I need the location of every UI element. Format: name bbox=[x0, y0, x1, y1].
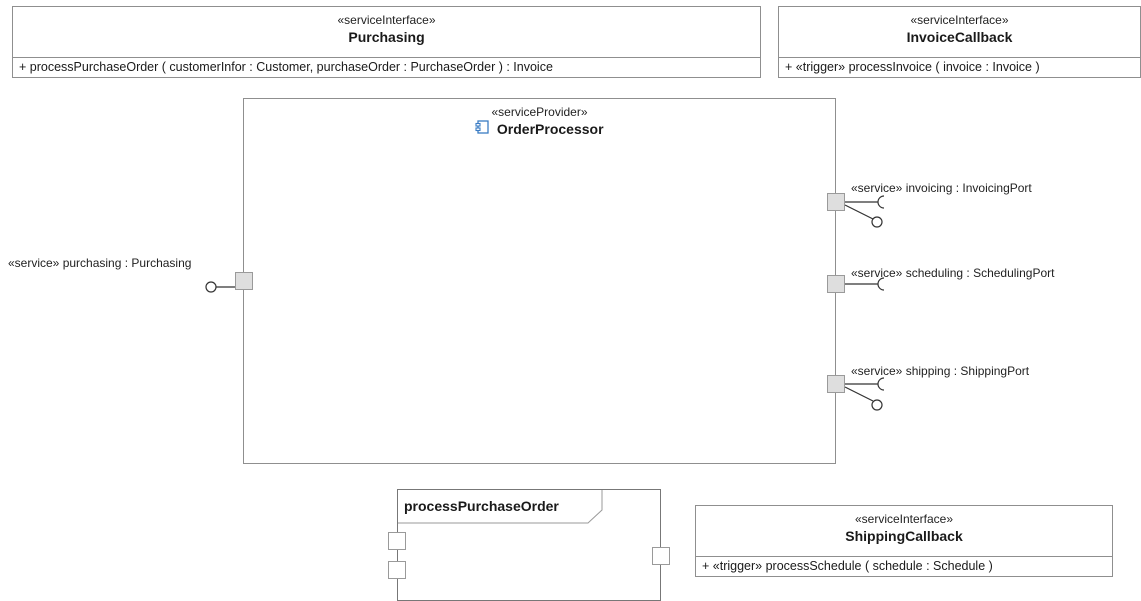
purchasing-lollipop-icon bbox=[205, 281, 235, 293]
scheduling-socket-icon bbox=[845, 277, 885, 291]
interface-connectors bbox=[205, 195, 885, 411]
invoicing-socket-icon bbox=[845, 195, 885, 209]
invoicing-lollipop-icon bbox=[844, 204, 883, 228]
shipping-socket-icon bbox=[845, 377, 885, 391]
shipping-lollipop-icon bbox=[844, 386, 883, 411]
